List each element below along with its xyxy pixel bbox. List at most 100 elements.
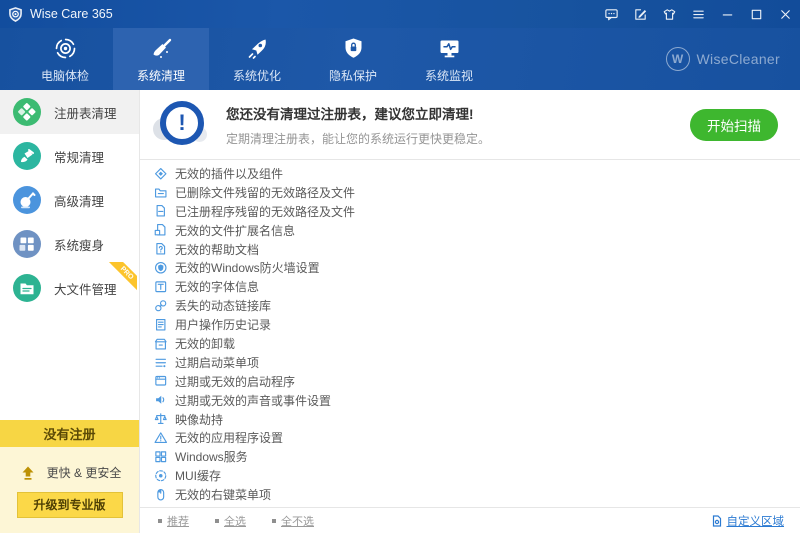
- help-doc-icon: [154, 242, 168, 256]
- alert-texts: 您还没有清理过注册表，建议您立即清理! 定期清理注册表，能让您的系统运行更快更稳…: [226, 103, 490, 147]
- checklist-item-label: 映像劫持: [175, 411, 223, 428]
- checklist-item-label: 已注册程序残留的无效路径及文件: [175, 203, 355, 220]
- checklist-item[interactable]: 无效的应用程序设置: [154, 428, 800, 447]
- upgrade-area: 更快 & 更安全 升级到专业版: [0, 447, 139, 533]
- checklist-item[interactable]: 过期启动菜单项: [154, 353, 800, 372]
- app-warning-icon: [154, 431, 168, 445]
- checklist-item-label: 过期或无效的声音或事件设置: [175, 392, 331, 409]
- folder-minus-icon: [154, 185, 168, 199]
- tab-label: 系统优化: [233, 67, 281, 84]
- feedback-icon[interactable]: [597, 0, 626, 28]
- select-all-link[interactable]: 全选: [215, 513, 246, 529]
- checklist-item-label: 无效的卸载: [175, 335, 235, 352]
- checklist-item-label: 无效的应用程序设置: [175, 429, 283, 446]
- system-slimming-icon: [13, 230, 41, 258]
- tab-system-monitor[interactable]: 系统监视: [401, 28, 497, 90]
- wisecleaner-logo-icon: W: [666, 47, 690, 71]
- titlebar: Wise Care 365: [0, 0, 800, 28]
- tab-label: 隐私保护: [329, 67, 377, 84]
- checklist-item[interactable]: 过期或无效的声音或事件设置: [154, 391, 800, 410]
- checklist-item-label: 无效的Windows防火墙设置: [175, 259, 320, 276]
- system-cleaner-icon: [148, 35, 175, 62]
- bullet-icon: [158, 519, 162, 523]
- app-window: Wise Care 365 电: [0, 0, 800, 533]
- sidebar-item-label: 大文件管理: [54, 279, 117, 298]
- checklist-item[interactable]: MUI缓存: [154, 466, 800, 485]
- sidebar-item-label: 系统瘦身: [54, 235, 104, 254]
- checklist-item[interactable]: 无效的字体信息: [154, 277, 800, 296]
- checklist-item-label: 无效的帮助文档: [175, 241, 259, 258]
- selection-links: 推荐 全选 全不选: [158, 513, 314, 529]
- menu-icon[interactable]: [684, 0, 713, 28]
- theme-shirt-icon[interactable]: [655, 0, 684, 28]
- tab-system-tuneup[interactable]: 系统优化: [209, 28, 305, 90]
- pc-checkup-icon: [52, 35, 79, 62]
- maximize-icon[interactable]: [742, 0, 771, 28]
- checklist-item[interactable]: 无效的卸载: [154, 334, 800, 353]
- startup-menu-icon: [154, 355, 168, 369]
- dll-link-icon: [154, 299, 168, 313]
- titlebar-buttons: [597, 0, 800, 28]
- tab-system-cleaner[interactable]: 系统清理: [113, 28, 209, 90]
- checklist-item[interactable]: 无效的Windows防火墙设置: [154, 258, 800, 277]
- sidebar-item-label: 常规清理: [54, 147, 104, 166]
- checklist-item[interactable]: 丢失的动态链接库: [154, 296, 800, 315]
- nav-tabs: 电脑体检系统清理系统优化 隐私保护 系统监视: [17, 28, 497, 90]
- wisecleaner-watermark: W WiseCleaner: [666, 47, 780, 71]
- start-scan-button[interactable]: 开始扫描: [690, 109, 778, 141]
- recommended-link[interactable]: 推荐: [158, 513, 189, 529]
- checklist-item[interactable]: Windows服务: [154, 447, 800, 466]
- checklist-item-label: 无效的插件以及组件: [175, 165, 283, 182]
- main-content: ! 您还没有清理过注册表，建议您立即清理! 定期清理注册表，能让您的系统运行更快…: [140, 90, 800, 533]
- register-status-bar[interactable]: 没有注册: [0, 420, 139, 447]
- checklist-item[interactable]: 已删除文件残留的无效路径及文件: [154, 183, 800, 202]
- checklist-item-label: 过期启动菜单项: [175, 354, 259, 371]
- windows-services-icon: [154, 450, 168, 464]
- custom-area-doc-icon: [711, 515, 723, 527]
- edit-note-icon[interactable]: [626, 0, 655, 28]
- file-extension-icon: [154, 223, 168, 237]
- checklist-item-label: Windows服务: [175, 448, 248, 465]
- checklist-item[interactable]: 过期或无效的启动程序: [154, 372, 800, 391]
- sidebar-item-common-cleaner[interactable]: 常规清理: [0, 134, 139, 178]
- checklist-item[interactable]: 无效的帮助文档: [154, 240, 800, 259]
- upgrade-to-pro-button[interactable]: 升级到专业版: [17, 492, 123, 518]
- tab-privacy-protector[interactable]: 隐私保护: [305, 28, 401, 90]
- plugin-icon: [154, 166, 168, 180]
- image-hijack-icon: [154, 412, 168, 426]
- sidebar-item-registry-cleaner[interactable]: 注册表清理: [0, 90, 139, 134]
- select-none-link[interactable]: 全不选: [272, 513, 314, 529]
- checklist-item[interactable]: 无效的文件扩展名信息: [154, 221, 800, 240]
- main-nav: 电脑体检系统清理系统优化 隐私保护 系统监视 W WiseCleaner: [0, 28, 800, 90]
- alert-subtitle: 定期清理注册表，能让您的系统运行更快更稳定。: [226, 130, 490, 147]
- common-cleaner-icon: [13, 142, 41, 170]
- advanced-cleaner-icon: [13, 186, 41, 214]
- checklist-item[interactable]: 用户操作历史记录: [154, 315, 800, 334]
- privacy-protector-icon: [340, 35, 367, 62]
- sidebar-item-label: 高级清理: [54, 191, 104, 210]
- upgrade-arrow-icon: [18, 463, 38, 483]
- font-info-icon: [154, 280, 168, 294]
- checklist-item[interactable]: 映像劫持: [154, 410, 800, 429]
- startup-program-icon: [154, 374, 168, 388]
- system-tuneup-icon: [244, 35, 271, 62]
- alert-exclamation-icon: !: [152, 96, 210, 154]
- minimize-icon[interactable]: [713, 0, 742, 28]
- checklist-item-label: 无效的字体信息: [175, 278, 259, 295]
- sidebar-item-advanced-cleaner[interactable]: 高级清理: [0, 178, 139, 222]
- sidebar-spacer: [0, 310, 139, 420]
- registry-alert-banner: ! 您还没有清理过注册表，建议您立即清理! 定期清理注册表，能让您的系统运行更快…: [140, 90, 800, 160]
- sidebar-item-system-slimming[interactable]: 系统瘦身: [0, 222, 139, 266]
- checklist-item[interactable]: 无效的右键菜单项: [154, 485, 800, 504]
- registry-scan-checklist: 无效的插件以及组件已删除文件残留的无效路径及文件已注册程序残留的无效路径及文件无…: [140, 160, 800, 507]
- tab-pc-checkup[interactable]: 电脑体检: [17, 28, 113, 90]
- checklist-item[interactable]: 无效的插件以及组件: [154, 164, 800, 183]
- close-icon[interactable]: [771, 0, 800, 28]
- sidebar-item-big-files-manager[interactable]: 大文件管理PRO: [0, 266, 139, 310]
- custom-area-link[interactable]: 自定义区域: [711, 513, 785, 529]
- sound-event-icon: [154, 393, 168, 407]
- app-title: Wise Care 365: [30, 7, 113, 21]
- checklist-item-label: 无效的右键菜单项: [175, 486, 271, 503]
- checklist-item[interactable]: 已注册程序残留的无效路径及文件: [154, 202, 800, 221]
- sidebar-item-label: 注册表清理: [54, 103, 117, 122]
